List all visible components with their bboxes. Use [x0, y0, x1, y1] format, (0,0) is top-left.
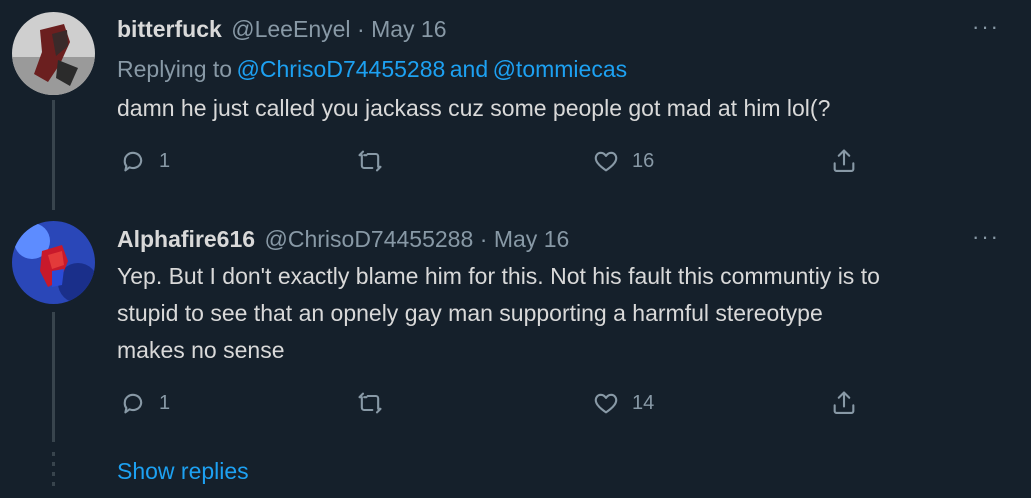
- tweet-text: damn he just called you jackass cuz some…: [117, 90, 830, 127]
- share-icon: [833, 149, 855, 172]
- like-button[interactable]: 14: [592, 389, 654, 417]
- tweet-text-line: damn he just called you jackass cuz some…: [117, 95, 831, 121]
- thread-dots: [52, 452, 55, 486]
- tweet-text-line: makes no sense: [117, 337, 285, 363]
- tweet-text-line: stupid to see that an opnely gay man sup…: [117, 300, 823, 326]
- replying-and: and: [449, 56, 489, 82]
- share-icon: [833, 391, 855, 414]
- retweet-button[interactable]: [356, 389, 384, 417]
- tweet-header: Alphafire616 @ChrisoD74455288 · May 16: [117, 226, 569, 253]
- retweet-icon: [358, 150, 382, 172]
- tweet-text: Yep. But I don't exactly blame him for t…: [117, 258, 880, 369]
- replying-prefix: Replying to: [117, 56, 233, 82]
- like-icon: [594, 151, 618, 172]
- avatar[interactable]: [12, 221, 95, 304]
- share-button[interactable]: [830, 147, 858, 175]
- handle[interactable]: @ChrisoD74455288: [265, 226, 474, 252]
- more-icon[interactable]: ···: [972, 14, 1000, 40]
- reply-icon: [123, 151, 143, 172]
- timestamp[interactable]: May 16: [371, 16, 446, 42]
- reply-button[interactable]: 1: [119, 147, 170, 175]
- like-icon: [594, 393, 618, 414]
- show-replies-link[interactable]: Show replies: [117, 458, 249, 485]
- reply-count: 1: [159, 149, 171, 172]
- replying-to: Replying to @ChrisoD74455288 and @tommie…: [117, 56, 627, 83]
- like-count: 14: [632, 391, 655, 414]
- like-button[interactable]: 16: [592, 147, 654, 175]
- mention-link[interactable]: @ChrisoD74455288: [237, 56, 446, 82]
- display-name[interactable]: Alphafire616: [117, 226, 255, 252]
- more-icon[interactable]: ···: [972, 224, 1000, 250]
- separator: ·: [356, 16, 365, 42]
- handle[interactable]: @LeeEnyel: [231, 16, 350, 42]
- retweet-icon: [358, 392, 382, 414]
- timestamp[interactable]: May 16: [494, 226, 569, 252]
- thread-line-2: [52, 312, 55, 442]
- avatar[interactable]: [12, 12, 95, 95]
- thread-line: [52, 100, 55, 210]
- reply-count: 1: [159, 391, 171, 414]
- reply-button[interactable]: 1: [119, 389, 170, 417]
- retweet-button[interactable]: [356, 147, 384, 175]
- display-name[interactable]: bitterfuck: [117, 16, 222, 42]
- separator: ·: [479, 226, 488, 252]
- mention-link[interactable]: @tommiecas: [493, 56, 628, 82]
- like-count: 16: [632, 149, 655, 172]
- reply-icon: [123, 393, 143, 414]
- share-button[interactable]: [830, 389, 858, 417]
- tweet-text-line: Yep. But I don't exactly blame him for t…: [117, 263, 880, 289]
- tweet-header: bitterfuck @LeeEnyel · May 16: [117, 16, 447, 43]
